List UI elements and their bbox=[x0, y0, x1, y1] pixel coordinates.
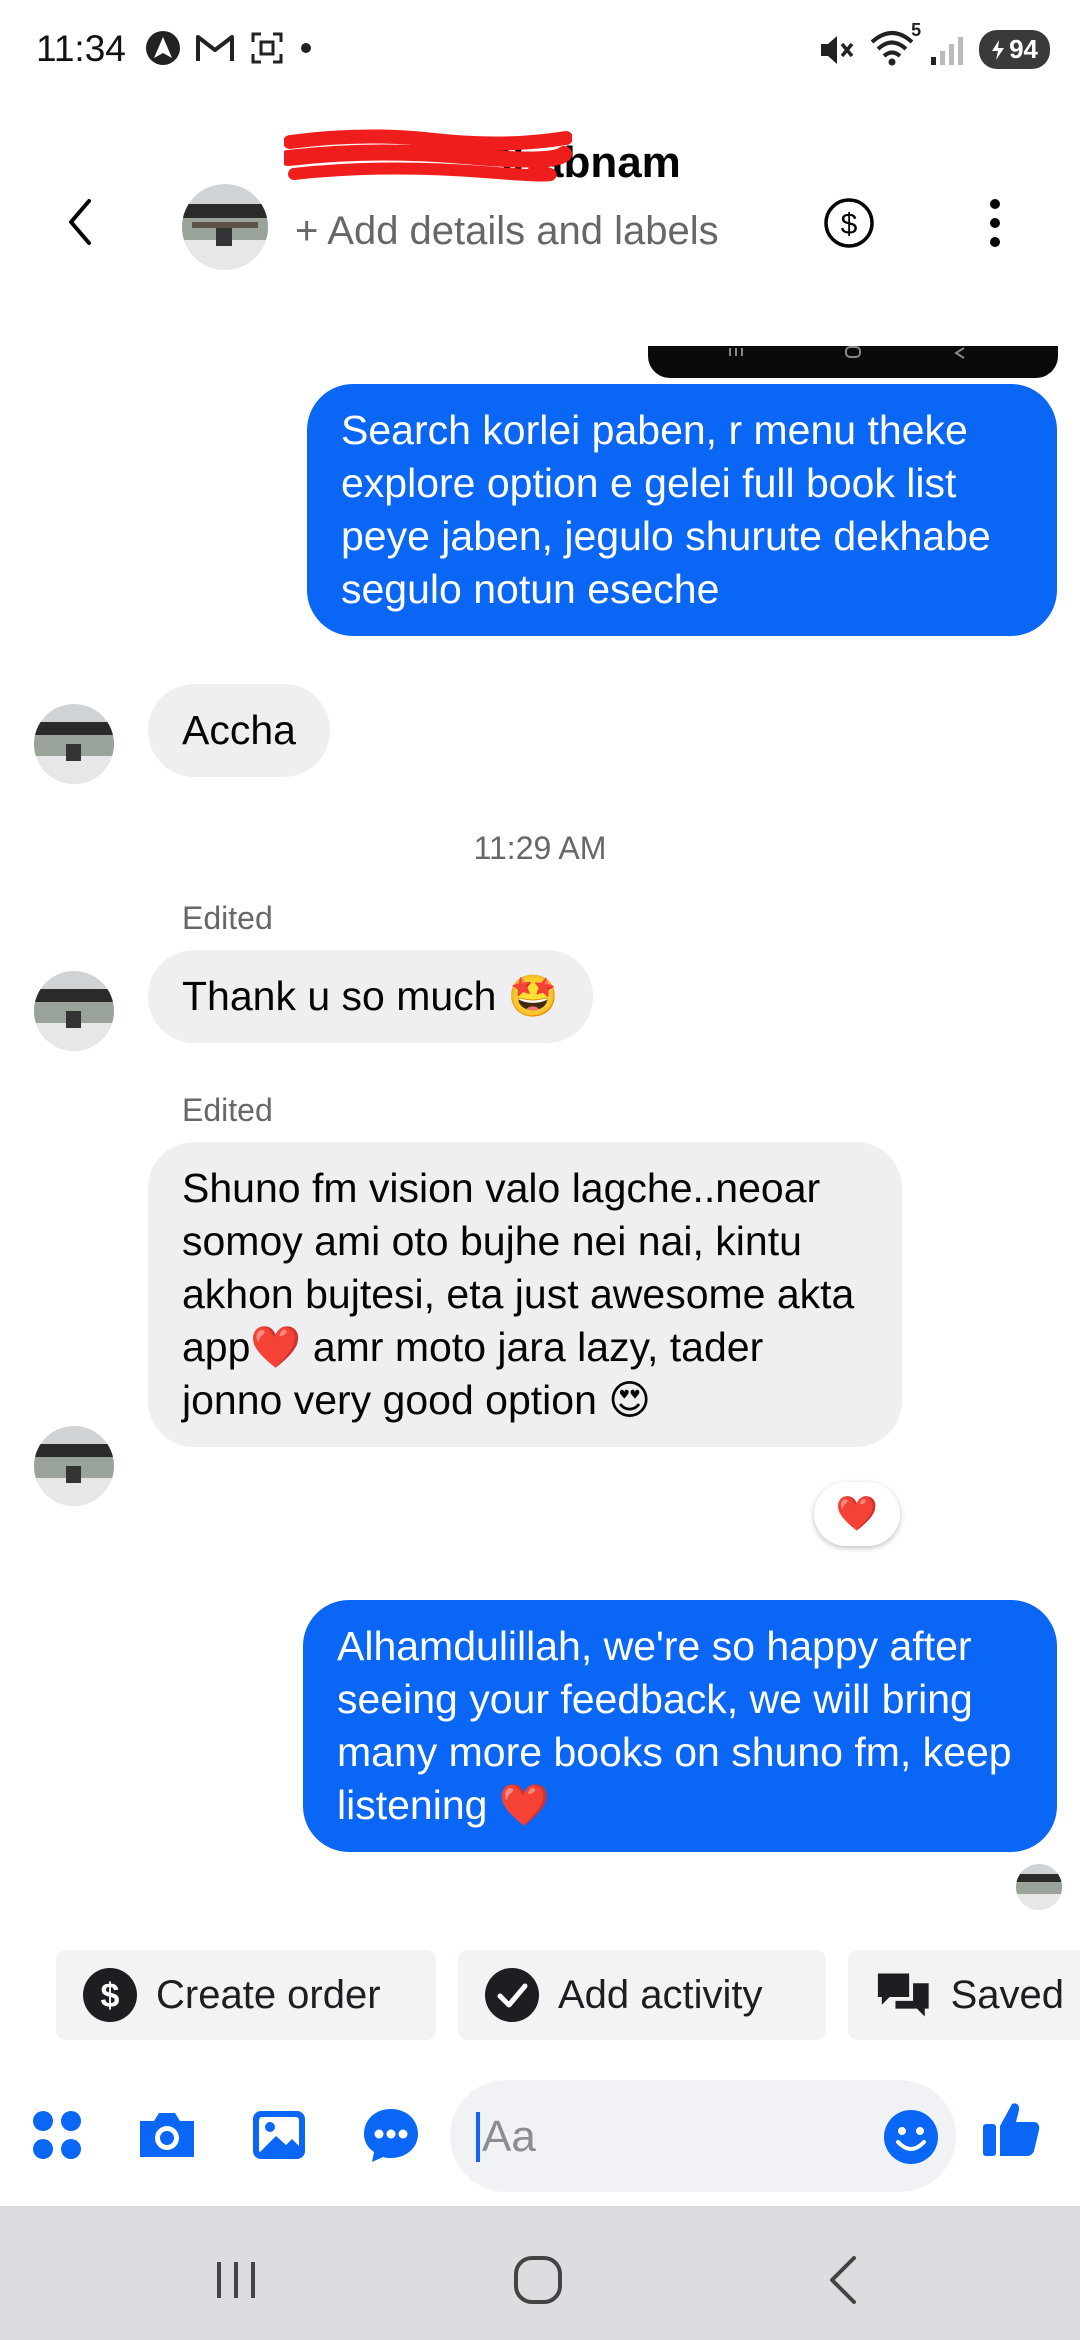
message-text: Search korlei paben, r menu theke explor… bbox=[341, 407, 991, 612]
home-button[interactable] bbox=[508, 2250, 568, 2310]
gallery-button[interactable] bbox=[248, 2104, 310, 2166]
dollar-icon: $ bbox=[83, 1968, 137, 2022]
chat-more-button[interactable] bbox=[360, 2104, 422, 2166]
recents-button[interactable] bbox=[206, 2250, 266, 2310]
message-input[interactable]: Aa bbox=[450, 2080, 956, 2192]
back-button[interactable] bbox=[55, 192, 105, 252]
quick-actions-bar: $ Create order Add activity Saved bbox=[56, 1950, 1080, 2040]
text-caret bbox=[476, 2112, 480, 2162]
system-icons: 5 94 bbox=[815, 20, 1050, 71]
screenshot-icon bbox=[251, 32, 283, 64]
shared-screenshot-preview[interactable] bbox=[648, 346, 1058, 378]
heart-reaction-icon: ❤️ bbox=[835, 1495, 879, 1533]
sender-avatar[interactable] bbox=[34, 704, 114, 784]
chat-more-icon bbox=[364, 2109, 418, 2162]
sender-avatar[interactable] bbox=[34, 1426, 114, 1506]
battery-indicator: 94 bbox=[979, 30, 1050, 69]
home-icon bbox=[514, 2256, 562, 2304]
svg-text:$: $ bbox=[841, 208, 858, 241]
create-order-label: Create order bbox=[156, 1972, 381, 2017]
edited-label: Edited bbox=[182, 1092, 273, 1128]
status-time: 11:34 bbox=[36, 28, 126, 69]
create-order-button[interactable]: $ Create order bbox=[56, 1950, 436, 2040]
contact-avatar[interactable] bbox=[182, 184, 268, 270]
system-navigation-bar bbox=[0, 2206, 1080, 2340]
wifi-badge: 5 bbox=[911, 20, 922, 40]
battery-level: 94 bbox=[1009, 34, 1038, 64]
apps-button[interactable] bbox=[26, 2104, 88, 2166]
message-composer: Aa bbox=[0, 2070, 1080, 2200]
message-text: Alhamdulillah, we're so happy after seei… bbox=[337, 1623, 1012, 1828]
message-incoming[interactable]: Thank u so much 🤩 bbox=[148, 950, 593, 1043]
message-text: Thank u so much 🤩 bbox=[182, 973, 559, 1019]
gallery-icon bbox=[253, 2111, 305, 2159]
add-activity-label: Add activity bbox=[558, 1972, 763, 2017]
message-outgoing[interactable]: Alhamdulillah, we're so happy after seei… bbox=[303, 1600, 1057, 1852]
edited-label: Edited bbox=[182, 900, 273, 936]
screenshot-nav-glyphs bbox=[729, 346, 965, 359]
svg-text:$: $ bbox=[101, 1977, 120, 2015]
message-input-placeholder: Aa bbox=[482, 2112, 536, 2161]
navigation-app-icon bbox=[146, 31, 180, 65]
add-details-link[interactable]: + Add details and labels bbox=[295, 200, 735, 262]
like-button[interactable] bbox=[980, 2098, 1042, 2160]
thumbs-up-icon bbox=[983, 2103, 1040, 2156]
wifi-icon bbox=[870, 31, 914, 66]
message-incoming[interactable]: Accha bbox=[148, 684, 330, 777]
saved-label: Saved bbox=[950, 1972, 1064, 2017]
chat-bubbles-icon bbox=[877, 1973, 929, 2017]
mute-icon bbox=[821, 35, 854, 64]
saved-replies-button[interactable]: Saved bbox=[848, 1950, 1080, 2040]
message-timestamp: 11:29 AM bbox=[473, 830, 607, 866]
sender-avatar[interactable] bbox=[34, 971, 114, 1051]
more-options-icon[interactable] bbox=[978, 196, 1012, 250]
charging-icon bbox=[992, 39, 1005, 60]
back-nav-button[interactable] bbox=[812, 2250, 872, 2310]
check-circle-icon bbox=[485, 1968, 539, 2022]
status-bar: 11:34 5 94 bbox=[0, 0, 1080, 104]
camera-icon bbox=[140, 2113, 194, 2157]
signal-icon bbox=[931, 36, 964, 65]
message-text: Shuno fm vision valo lagche..neoar somoy… bbox=[182, 1165, 855, 1423]
redaction-scribble bbox=[284, 129, 572, 182]
emoji-icon[interactable] bbox=[882, 2108, 940, 2166]
apps-grid-icon bbox=[33, 2111, 81, 2159]
camera-button[interactable] bbox=[136, 2104, 198, 2166]
message-thread[interactable]: Search korlei paben, r menu theke explor… bbox=[0, 334, 1080, 1934]
message-text: Accha bbox=[182, 707, 296, 753]
gmail-icon bbox=[196, 35, 234, 61]
seen-indicator-avatar bbox=[1016, 1864, 1062, 1910]
message-outgoing[interactable]: Search korlei paben, r menu theke explor… bbox=[307, 384, 1057, 636]
chevron-left-icon bbox=[69, 199, 91, 245]
reaction-badge[interactable]: ❤️ bbox=[814, 1482, 900, 1546]
wifi-indicator: 5 bbox=[869, 20, 921, 71]
dot-icon bbox=[301, 43, 311, 53]
dollar-circle-icon[interactable]: $ bbox=[822, 196, 876, 250]
back-arrow-icon bbox=[830, 2256, 856, 2304]
recents-icon bbox=[217, 2262, 255, 2298]
add-activity-button[interactable]: Add activity bbox=[458, 1950, 826, 2040]
message-incoming[interactable]: Shuno fm vision valo lagche..neoar somoy… bbox=[148, 1142, 902, 1447]
conversation-header: Ga Noya Shabnam + Add details and labels… bbox=[0, 104, 1080, 334]
notification-icons bbox=[145, 30, 313, 66]
